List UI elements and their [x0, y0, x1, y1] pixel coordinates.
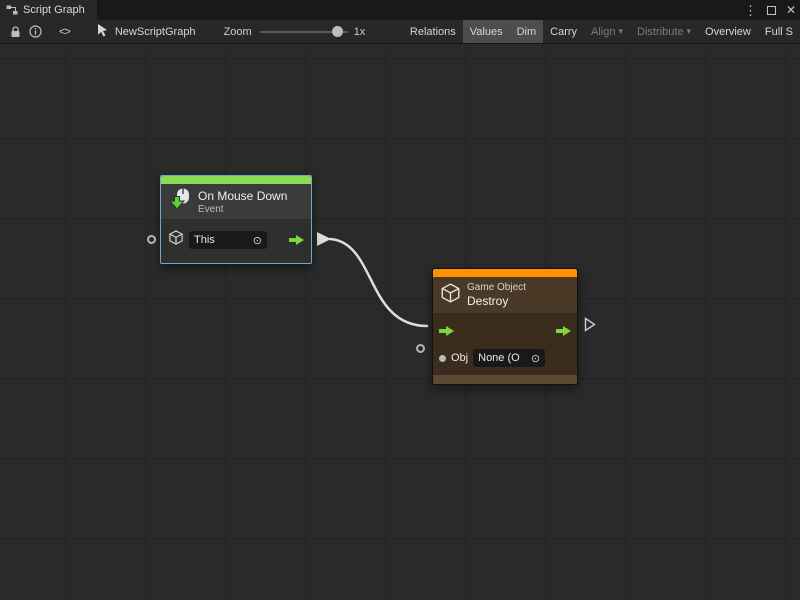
- graph-breadcrumb[interactable]: NewScriptGraph: [96, 23, 196, 40]
- graph-name: NewScriptGraph: [115, 26, 196, 38]
- node-header: Game Object Destroy: [433, 277, 577, 313]
- graph-cursor-icon: [96, 23, 109, 40]
- script-graph-icon: [6, 4, 18, 16]
- dim-button[interactable]: Dim: [510, 20, 544, 44]
- lock-icon[interactable]: [5, 20, 25, 44]
- node-body: This ⊙: [161, 219, 311, 263]
- tab-label: Script Graph: [23, 4, 85, 16]
- unconnected-flow-port[interactable]: [584, 317, 596, 337]
- fullscreen-button[interactable]: Full S: [758, 20, 800, 44]
- chevron-down-icon: ▾: [687, 26, 692, 37]
- code-icon[interactable]: <>: [59, 26, 70, 38]
- flow-input-port[interactable]: [439, 323, 454, 341]
- target-dropdown[interactable]: This ⊙: [189, 231, 267, 249]
- target-value: This: [194, 234, 215, 246]
- param-label: Obj: [451, 352, 468, 364]
- event-input-port[interactable]: [147, 235, 156, 244]
- node-header: On Mouse Down Event: [161, 184, 311, 219]
- align-label: Align: [591, 26, 615, 38]
- event-accent-bar: [161, 176, 311, 184]
- zoom-value: 1x: [354, 26, 366, 38]
- carry-button[interactable]: Carry: [543, 20, 584, 44]
- overview-button[interactable]: Overview: [698, 20, 758, 44]
- mouse-down-icon: [169, 188, 191, 215]
- menu-icon[interactable]: ⋮: [744, 4, 757, 17]
- close-icon[interactable]: ✕: [786, 4, 796, 16]
- info-icon[interactable]: [25, 20, 45, 44]
- relations-button[interactable]: Relations: [403, 20, 463, 44]
- tab-bar: Script Graph ⋮ ✕: [0, 0, 800, 20]
- node-destroy[interactable]: Game Object Destroy Obj None (O ⊙: [432, 268, 578, 385]
- graph-canvas[interactable]: On Mouse Down Event This ⊙ Game Obje: [0, 44, 800, 600]
- value-port-row: Obj None (O ⊙: [433, 347, 577, 375]
- zoom-slider[interactable]: [260, 20, 348, 44]
- flow-ports-row: [433, 313, 577, 347]
- node-category: Game Object: [467, 282, 526, 293]
- tab-script-graph[interactable]: Script Graph: [0, 0, 97, 20]
- window-controls: ⋮ ✕: [744, 0, 796, 20]
- maximize-icon[interactable]: [767, 6, 776, 15]
- values-button[interactable]: Values: [463, 20, 510, 44]
- align-button[interactable]: Align ▾: [584, 20, 630, 44]
- distribute-button[interactable]: Distribute ▾: [630, 20, 698, 44]
- node-subtitle: Event: [198, 204, 287, 215]
- toolbar-buttons: Relations Values Dim Carry Align ▾ Distr…: [403, 20, 800, 44]
- graph-toolbar: <> NewScriptGraph Zoom 1x Relations Valu…: [0, 20, 800, 44]
- cube-icon: [169, 230, 183, 250]
- gameobject-accent-bar: [433, 269, 577, 277]
- object-picker-icon[interactable]: ⊙: [531, 352, 540, 365]
- node-title: Destroy: [467, 294, 526, 308]
- value-port[interactable]: [439, 355, 446, 362]
- node-title: On Mouse Down: [198, 189, 287, 203]
- object-input-port[interactable]: [416, 344, 425, 353]
- node-footer: [433, 375, 577, 384]
- flow-output-port[interactable]: [289, 235, 304, 245]
- connection-wire: [0, 44, 800, 600]
- object-field[interactable]: None (O ⊙: [473, 349, 545, 367]
- cube-icon: [441, 283, 460, 308]
- zoom-label: Zoom: [224, 26, 252, 38]
- distribute-label: Distribute: [637, 26, 683, 38]
- object-field-value: None (O: [478, 352, 520, 364]
- node-on-mouse-down[interactable]: On Mouse Down Event This ⊙: [160, 175, 312, 264]
- chevron-down-icon: ▾: [619, 26, 624, 37]
- zoom-slider-handle[interactable]: [332, 26, 343, 37]
- object-picker-icon[interactable]: ⊙: [253, 234, 262, 247]
- flow-output-port[interactable]: [556, 323, 571, 341]
